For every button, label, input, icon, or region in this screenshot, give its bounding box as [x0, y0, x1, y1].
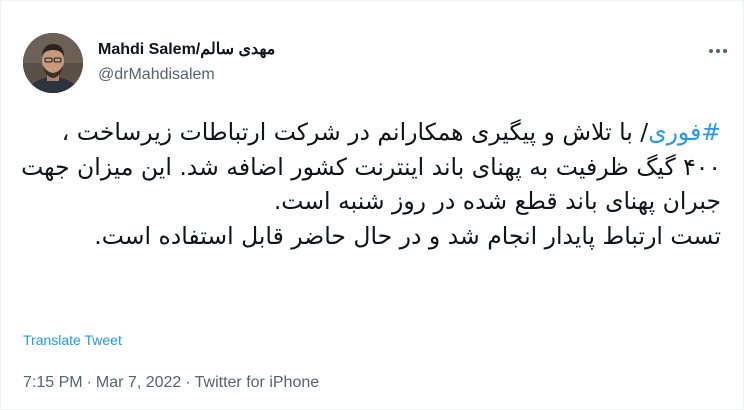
tweet-paragraph-1: #فوری/ با تلاش و پیگیری همکارانم در شرکت…	[21, 115, 721, 219]
meta-separator: ·	[185, 374, 191, 391]
avatar[interactable]	[23, 33, 83, 93]
tweet-card: Mahdi Salem/مهدی سالم @drMahdisalem #فور…	[0, 0, 744, 410]
tweet-text: #فوری/ با تلاش و پیگیری همکارانم در شرکت…	[21, 115, 721, 253]
more-options-button[interactable]	[701, 37, 735, 65]
author-display-name[interactable]: Mahdi Salem/مهدی سالم	[98, 40, 275, 60]
tweet-metadata: 7:15 PM · Mar 7, 2022 · Twitter for iPhone	[23, 373, 319, 393]
more-horizontal-icon	[709, 49, 727, 53]
tweet-time[interactable]: 7:15 PM	[23, 374, 83, 391]
tweet-source[interactable]: Twitter for iPhone	[195, 374, 320, 391]
tweet-paragraph-1-text: / با تلاش و پیگیری همکارانم در شرکت ارتب…	[21, 118, 721, 215]
translate-tweet-link[interactable]: Translate Tweet	[23, 331, 122, 349]
tweet-paragraph-2: تست ارتباط پایدار انجام شد و در حال حاضر…	[94, 221, 721, 250]
tweet-date[interactable]: Mar 7, 2022	[96, 374, 181, 391]
avatar-image	[23, 33, 83, 93]
author-handle[interactable]: @drMahdisalem	[98, 65, 215, 85]
hashtag-link[interactable]: #فوری	[648, 118, 721, 146]
meta-separator: ·	[86, 374, 92, 391]
